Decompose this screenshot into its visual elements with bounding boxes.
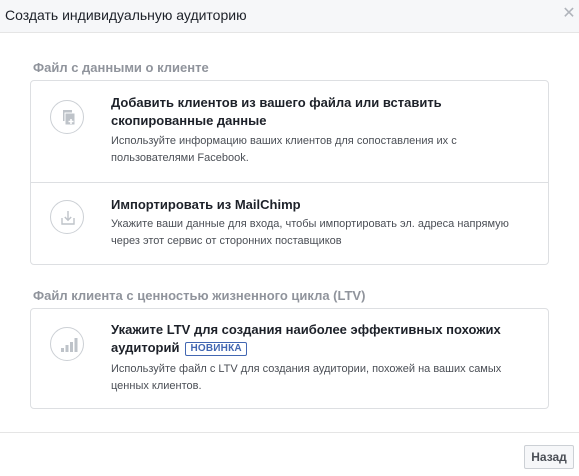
bar-chart-icon (50, 327, 84, 361)
close-icon[interactable]: ✕ (561, 5, 577, 23)
new-badge: НОВИНКА (185, 342, 247, 356)
dialog-header: Создать индивидуальную аудиторию ✕ (0, 0, 579, 33)
import-icon (50, 200, 84, 234)
option-import-mailchimp[interactable]: Импортировать из MailChimp Укажите ваши … (31, 182, 548, 264)
option-title-text: Укажите LTV для создания наиболее эффект… (111, 322, 501, 355)
section-title-ltv: Файл клиента с ценностью жизненного цикл… (33, 288, 366, 303)
footer-divider (0, 432, 579, 433)
option-title: Импортировать из MailChimp (111, 197, 301, 212)
option-title: Добавить клиентов из вашего файла или вс… (111, 95, 442, 128)
option-description: Используйте информацию ваших клиентов дл… (111, 135, 457, 164)
customer-file-options: Добавить клиентов из вашего файла или вс… (30, 80, 549, 265)
section-title-customer-file: Файл с данными о клиенте (33, 60, 209, 75)
back-button[interactable]: Назад (524, 445, 574, 469)
copy-add-icon (50, 100, 84, 134)
option-description: Используйте файл с LTV для создания ауди… (111, 363, 502, 392)
dialog-title: Создать индивидуальную аудиторию (5, 7, 247, 23)
option-title: Укажите LTV для создания наиболее эффект… (111, 321, 531, 357)
ltv-options: Укажите LTV для создания наиболее эффект… (30, 308, 549, 409)
option-ltv-lookalike[interactable]: Укажите LTV для создания наиболее эффект… (31, 309, 548, 408)
option-description: Укажите ваши данные для входа, чтобы имп… (111, 218, 509, 247)
option-add-from-file[interactable]: Добавить клиентов из вашего файла или вс… (31, 81, 548, 182)
